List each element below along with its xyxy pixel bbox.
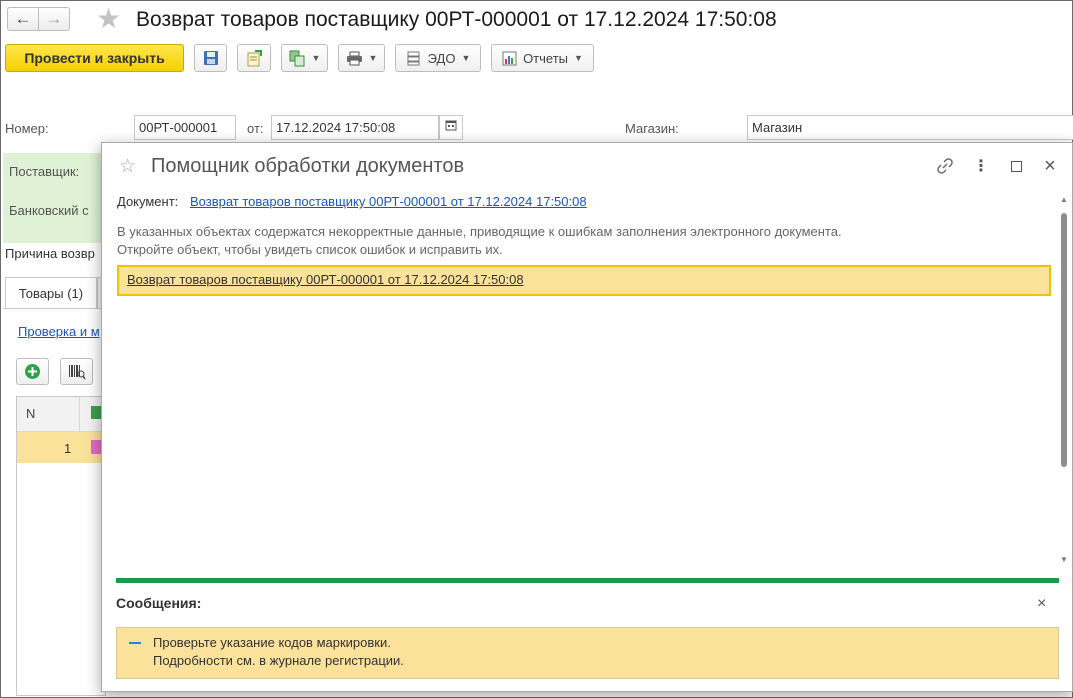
edo-label: ЭДО [427,50,456,66]
bank-account-label: Банковский с [9,203,89,218]
info-line-2: Откройте объект, чтобы увидеть список ош… [117,242,503,257]
check-link[interactable]: Проверка и м [18,324,100,339]
edo-menu-button[interactable]: ЭДО ▼ [395,44,481,72]
row-number: 1 [64,441,72,456]
document-post-icon [247,49,262,66]
add-row-button[interactable] [16,358,49,385]
marking-column-icon [91,406,101,419]
close-button[interactable]: × [1039,155,1061,177]
more-menu-icon[interactable]: ⋮ [970,155,992,177]
reports-chart-icon [502,51,517,65]
save-button[interactable] [194,44,227,72]
print-button[interactable]: ▼ [338,44,385,72]
create-based-on-button[interactable]: ▼ [281,44,328,72]
messages-title: Сообщения: [116,595,202,611]
chevron-down-icon: ▼ [368,53,378,63]
messages-separator [116,578,1059,583]
reports-menu-button[interactable]: Отчеты ▼ [491,44,594,72]
reports-label: Отчеты [523,50,568,66]
link-icon[interactable] [934,155,956,177]
post-and-close-button[interactable]: Провести и закрыть [5,44,184,72]
document-processing-dialog: ☆ Помощник обработки документов ⋮ × Доку… [101,142,1073,692]
document-link[interactable]: Возврат товаров поставщику 00РТ-000001 о… [190,194,587,209]
barcode-search-button[interactable] [60,358,93,385]
favorite-star-icon[interactable]: ☆ [119,155,136,178]
message-bullet-icon [129,642,141,644]
create-based-on-icon [289,50,305,66]
messages-close-icon[interactable]: × [1037,595,1046,613]
maximize-icon [1010,160,1022,172]
problem-object-item[interactable]: Возврат товаров поставщику 00РТ-000001 о… [117,265,1051,296]
barcode-icon [68,364,86,379]
number-field[interactable]: 00РТ-000001 [134,115,236,140]
post-document-button[interactable] [237,44,271,72]
return-reason-label: Причина возвр [5,246,95,261]
supplier-label: Поставщик: [9,164,80,179]
number-label: Номер: [5,121,49,136]
plus-circle-icon [25,364,40,379]
edo-documents-icon [407,51,420,66]
floppy-disk-icon [203,51,218,65]
scroll-up-icon[interactable]: ▲ [1060,195,1068,204]
calendar-button[interactable] [439,115,463,140]
store-field[interactable]: Магазин [747,115,1073,140]
chain-link-icon [937,158,953,174]
tab-divider [3,308,103,309]
date-label: от: [247,121,264,136]
close-icon: × [1044,154,1056,177]
marking-status-icon [91,440,101,454]
info-line-1: В указанных объектах содержатся некоррек… [117,224,842,239]
dialog-title: Помощник обработки документов [151,155,465,177]
scroll-down-icon[interactable]: ▼ [1060,555,1068,564]
favorite-star-icon[interactable]: ★ [96,3,121,35]
calendar-icon [445,120,457,131]
column-n-header: N [26,406,36,421]
back-button[interactable]: ← [7,7,39,31]
message-item[interactable]: Проверьте указание кодов маркировки. Под… [116,627,1059,679]
main-window: ← → ★ Возврат товаров поставщику 00РТ-00… [0,0,1073,698]
message-line-1: Проверьте указание кодов маркировки. [153,635,391,650]
chevron-down-icon: ▼ [574,53,583,63]
page-title: Возврат товаров поставщику 00РТ-000001 о… [136,8,777,31]
chevron-down-icon: ▼ [311,53,321,63]
document-label: Документ: [117,194,179,209]
printer-icon [346,51,362,65]
message-line-2: Подробности см. в журнале регистрации. [153,653,404,668]
arrow-right-icon: → [45,9,63,28]
maximize-button[interactable] [1005,155,1027,177]
scrollbar-thumb[interactable] [1061,213,1067,467]
chevron-down-icon: ▼ [461,53,471,63]
store-label: Магазин: [625,121,679,136]
forward-button[interactable]: → [38,7,70,31]
info-text: В указанных объектах содержатся некоррек… [117,223,842,259]
tab-goods[interactable]: Товары (1) [5,277,97,309]
arrow-left-icon: ← [14,9,32,28]
date-field[interactable]: 17.12.2024 17:50:08 [271,115,439,140]
